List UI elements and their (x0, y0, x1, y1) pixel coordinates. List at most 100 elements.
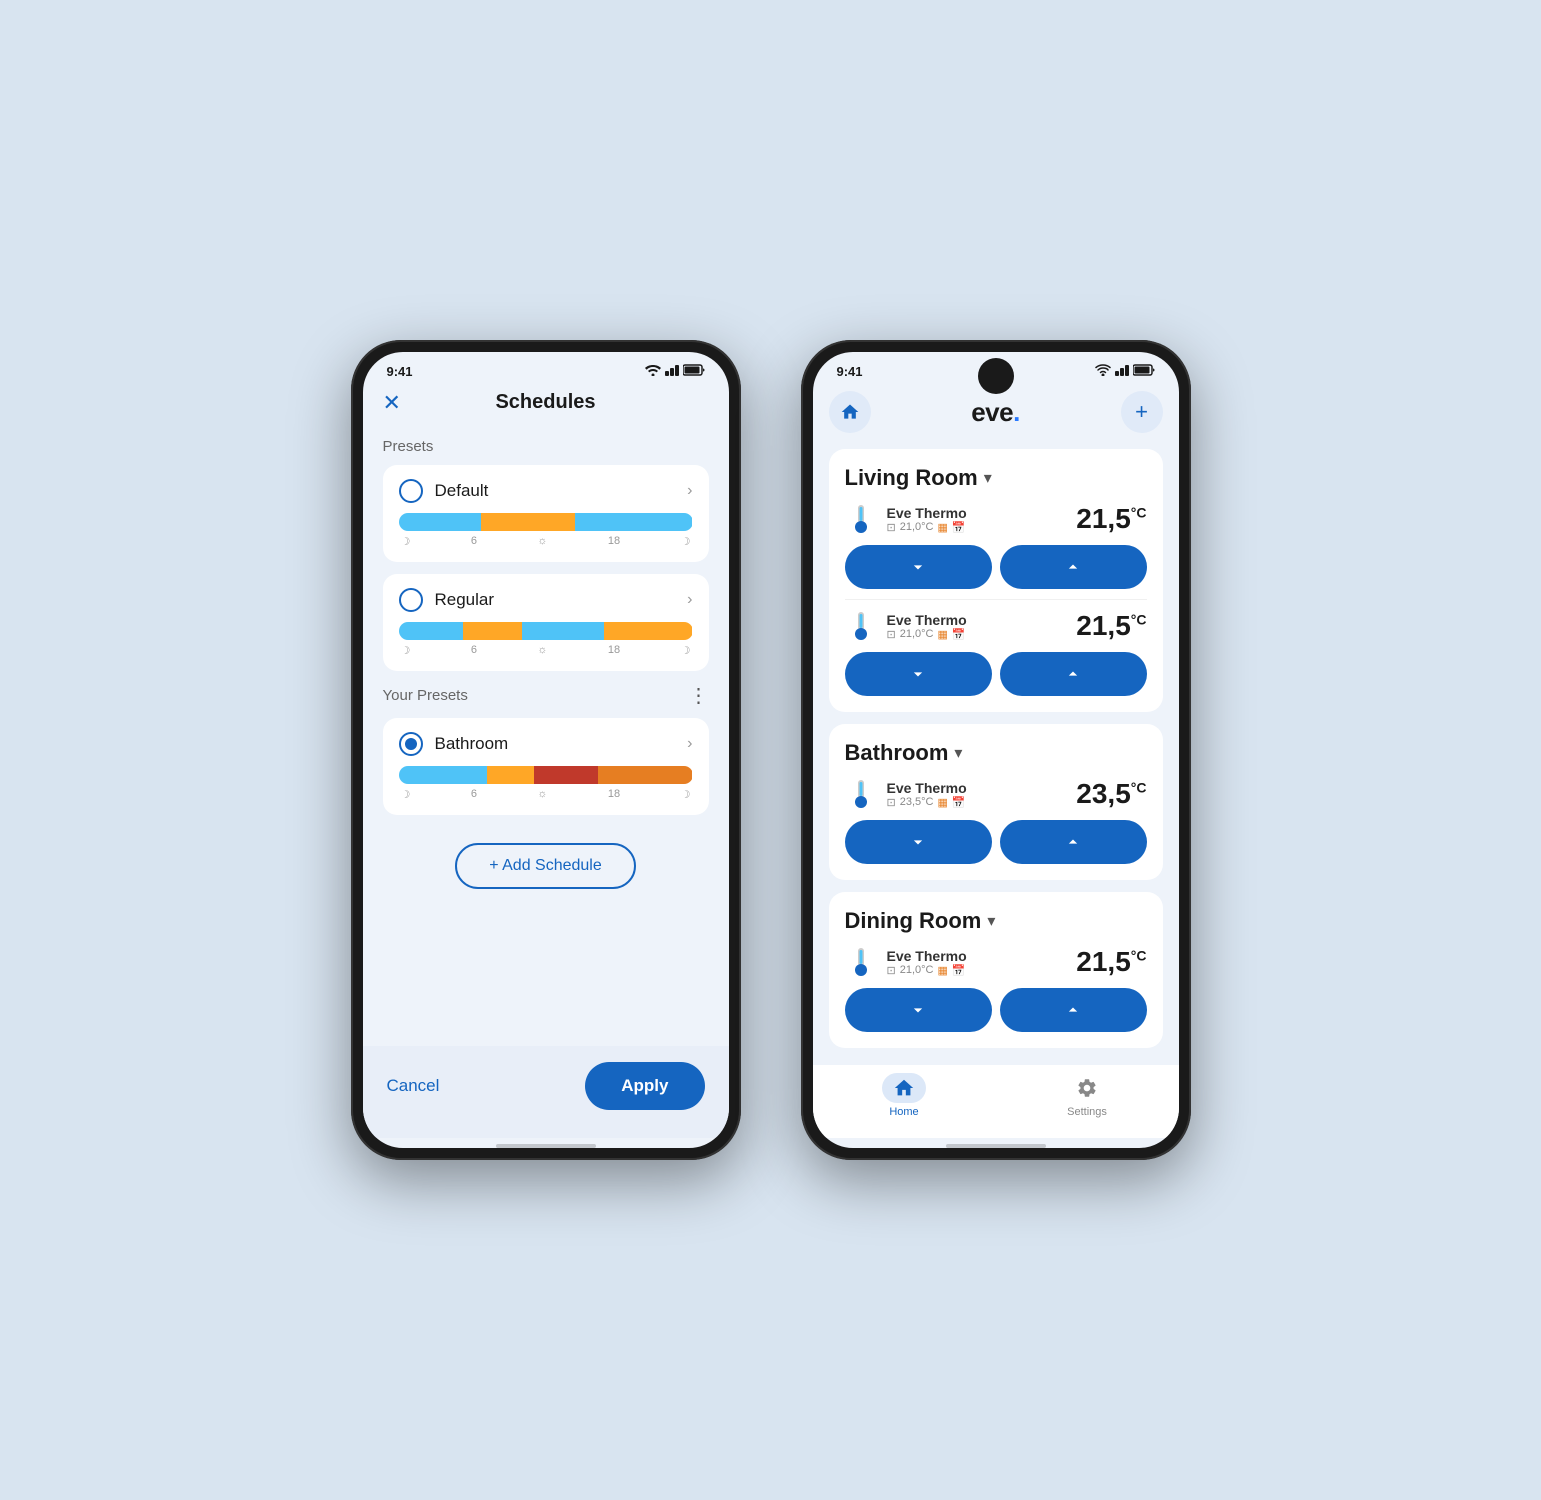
phone-right: 9:41 (801, 340, 1191, 1160)
status-bar-left: 9:41 (363, 352, 729, 383)
cancel-button[interactable]: Cancel (387, 1076, 440, 1096)
chevron-bathroom[interactable]: › (687, 735, 692, 753)
your-presets-header: Your Presets ⋮ (383, 683, 709, 708)
radio-bathroom[interactable] (399, 732, 423, 756)
thermo-living-2-row: Eve Thermo ⊡ 21,0°C ▦ 📅 21,5°C (845, 610, 1147, 642)
thermo-dining-name: Eve Thermo (887, 948, 1077, 964)
room-living-room-header[interactable]: Living Room ▾ (845, 465, 1147, 491)
bottom-nav: Home Settings (813, 1065, 1179, 1138)
nav-settings-icon-wrap (1065, 1073, 1109, 1103)
home-nav-icon (893, 1077, 915, 1099)
preset-regular-name: Regular (435, 590, 688, 610)
thermo-bathroom-sub: ⊡ 23,5°C ▦ 📅 (887, 796, 1077, 809)
divider-living (845, 599, 1147, 600)
thermo-living-1-info: Eve Thermo ⊡ 21,0°C ▦ 📅 (887, 505, 1077, 534)
default-bar-wrap: ☽ 6 ☼ 18 ☽ (399, 513, 693, 548)
home-nav-button[interactable] (829, 391, 871, 433)
home-indicator-left (496, 1144, 596, 1148)
close-button[interactable]: ✕ (383, 390, 401, 416)
wifi-icon-right (1095, 364, 1111, 379)
thermo-dining-sub: ⊡ 21,0°C ▦ 📅 (887, 964, 1077, 977)
chevron-default[interactable]: › (687, 482, 692, 500)
thermo-living-2-ctrl (845, 652, 1147, 696)
bathroom-seg-2 (487, 766, 534, 784)
regular-seg-1 (399, 622, 464, 640)
thermo-living-1-ctrl (845, 545, 1147, 589)
radio-default[interactable] (399, 479, 423, 503)
thermo-living-1-row: Eve Thermo ⊡ 21,0°C ▦ 📅 21,5°C (845, 503, 1147, 535)
default-seg-2 (481, 513, 575, 531)
thermo-living-2-down[interactable] (845, 652, 992, 696)
preset-default-card: Default › ☽ 6 ☼ 18 (383, 465, 709, 562)
thermo-bathroom-down[interactable] (845, 820, 992, 864)
house-icon (840, 402, 860, 422)
add-schedule-button[interactable]: + Add Schedule (455, 843, 636, 889)
preset-regular-row[interactable]: Regular › (399, 588, 693, 612)
regular-seg-2 (463, 622, 522, 640)
thermo-living-1-sub: ⊡ 21,0°C ▦ 📅 (887, 521, 1077, 534)
nav-home-icon-wrap (882, 1073, 926, 1103)
add-device-button[interactable]: + (1121, 391, 1163, 433)
chevron-regular[interactable]: › (687, 591, 692, 609)
thermo-dining-up[interactable] (1000, 988, 1147, 1032)
regular-bar-wrap: ☽ 6 ☼ 18 ☽ (399, 622, 693, 657)
camera-notch-right (978, 358, 1014, 394)
bathroom-seg-1 (399, 766, 487, 784)
nav-settings-label: Settings (1067, 1106, 1107, 1118)
status-icons-right (1095, 364, 1155, 379)
bathroom-seg-4 (598, 766, 692, 784)
thermo-living-2-icon (845, 610, 877, 642)
your-presets-label: Your Presets (383, 687, 468, 704)
room-living-room-card: Living Room ▾ Eve Thermo ⊡ 21,0°C (829, 449, 1163, 712)
room-dining-chevron: ▾ (987, 911, 995, 931)
default-bar (399, 513, 693, 531)
thermo-dining-row: Eve Thermo ⊡ 21,0°C ▦ 📅 21,5°C (845, 946, 1147, 978)
room-dining-room-header[interactable]: Dining Room ▾ (845, 908, 1147, 934)
preset-bathroom-name: Bathroom (435, 734, 688, 754)
thermo-dining-down[interactable] (845, 988, 992, 1032)
thermo-living-1-icon (845, 503, 877, 535)
room-bathroom-chevron: ▾ (954, 743, 962, 763)
thermo-living-2-temp: 21,5°C (1076, 610, 1146, 642)
status-icons-left (645, 364, 705, 379)
thermo-bathroom-icon (845, 778, 877, 810)
time-left: 9:41 (387, 364, 413, 379)
eve-logo: eve. (971, 397, 1020, 428)
thermo-living-1-down[interactable] (845, 545, 992, 589)
regular-seg-4 (604, 622, 692, 640)
battery-icon-left (683, 364, 705, 379)
default-labels: ☽ 6 ☼ 18 ☽ (399, 535, 693, 548)
screen-right: 9:41 (813, 352, 1179, 1148)
nav-settings[interactable]: Settings (996, 1073, 1179, 1118)
bathroom-bar (399, 766, 693, 784)
thermo-dining-icon (845, 946, 877, 978)
thermo-living-2-up[interactable] (1000, 652, 1147, 696)
thermo-bathroom-info: Eve Thermo ⊡ 23,5°C ▦ 📅 (887, 780, 1077, 809)
apply-button[interactable]: Apply (585, 1062, 704, 1110)
thermo-bathroom-up[interactable] (1000, 820, 1147, 864)
thermo-living-1-temp: 21,5°C (1076, 503, 1146, 535)
home-indicator-right (946, 1144, 1046, 1148)
signal-icon-right (1115, 364, 1129, 379)
preset-bathroom-row[interactable]: Bathroom › (399, 732, 693, 756)
thermo-bathroom-row: Eve Thermo ⊡ 23,5°C ▦ 📅 23,5°C (845, 778, 1147, 810)
radio-regular[interactable] (399, 588, 423, 612)
more-dots-icon[interactable]: ⋮ (689, 683, 709, 708)
wifi-icon-left (645, 364, 661, 379)
room-living-room-chevron: ▾ (984, 468, 992, 488)
room-bathroom-card: Bathroom ▾ Eve Thermo ⊡ 23,5°C ▦ (829, 724, 1163, 880)
room-bathroom-header[interactable]: Bathroom ▾ (845, 740, 1147, 766)
schedules-header: ✕ Schedules (363, 383, 729, 426)
nav-home[interactable]: Home (813, 1073, 996, 1118)
thermo-dining-ctrl (845, 988, 1147, 1032)
thermo-dining-temp: 21,5°C (1076, 946, 1146, 978)
preset-regular-card: Regular › ☽ 6 ☼ (383, 574, 709, 671)
thermo-living-1-name: Eve Thermo (887, 505, 1077, 521)
default-seg-1 (399, 513, 481, 531)
bathroom-labels: ☽ 6 ☼ 18 ☽ (399, 788, 693, 801)
thermo-dining-info: Eve Thermo ⊡ 21,0°C ▦ 📅 (887, 948, 1077, 977)
thermo-living-1-up[interactable] (1000, 545, 1147, 589)
preset-default-row[interactable]: Default › (399, 479, 693, 503)
regular-bar (399, 622, 693, 640)
thermo-bathroom-name: Eve Thermo (887, 780, 1077, 796)
